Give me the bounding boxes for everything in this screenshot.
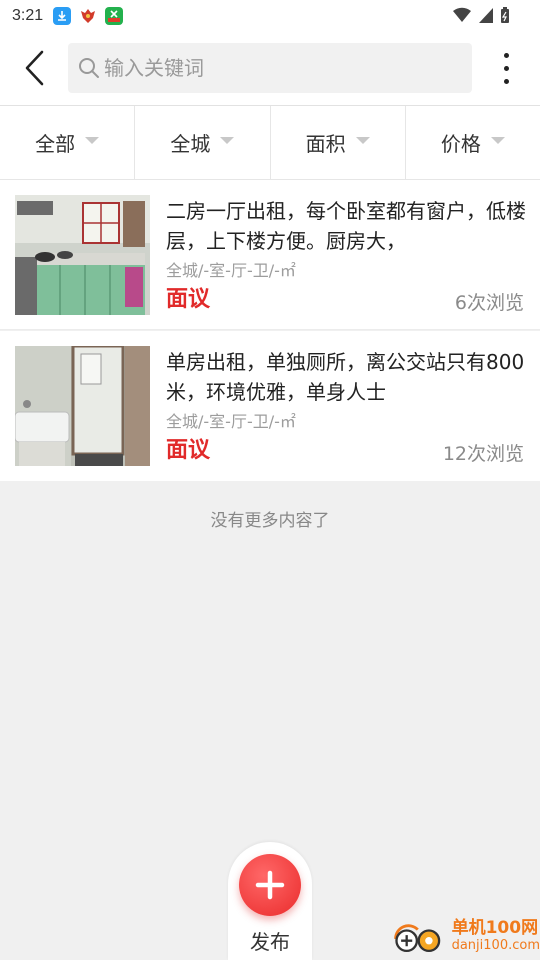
listing-item[interactable]: 单房出租，单独厕所，离公交站只有800米，环境优雅，单身人士 全城/-室-厅-卫… [0, 331, 540, 481]
filter-size[interactable]: 面积 [271, 106, 406, 179]
search-icon [79, 58, 99, 78]
listing-photo-kitchen [15, 195, 150, 315]
dropdown-arrow-icon [490, 137, 505, 144]
app-notification-icon [79, 7, 98, 25]
more-dot-icon [503, 65, 509, 71]
listing-price: 面议 [166, 287, 211, 312]
chevron-left-icon [25, 50, 44, 86]
search-box[interactable] [68, 43, 472, 93]
filter-price[interactable]: 价格 [406, 106, 540, 179]
publish-tab: 发布 [228, 842, 312, 960]
signal-icon [479, 8, 493, 23]
game-notification-icon [105, 7, 124, 25]
watermark-logo-icon [394, 924, 441, 953]
listing-meta: 全城/-室-厅-卫/-㎡ [166, 412, 296, 431]
dropdown-arrow-icon [355, 137, 370, 144]
filter-label: 价格 [440, 132, 481, 156]
more-dot-icon [503, 78, 509, 84]
watermark-title: 单机100网 [451, 918, 539, 938]
dropdown-arrow-icon [85, 137, 100, 144]
listing-meta: 全城/-室-厅-卫/-㎡ [166, 261, 296, 280]
publish-button[interactable] [239, 854, 301, 916]
filter-label: 全城 [170, 132, 211, 156]
listing-price: 面议 [166, 438, 211, 463]
filter-all[interactable]: 全部 [0, 106, 136, 179]
watermark: 单机100网 danji100.com [390, 914, 540, 960]
filter-label: 全部 [35, 132, 76, 156]
status-bar: 3:21 [0, 0, 540, 32]
publish-label: 发布 [250, 930, 290, 954]
plus-icon [255, 870, 285, 900]
listing-photo-bathroom [15, 346, 150, 466]
status-indicators [452, 6, 510, 24]
more-dot-icon [503, 52, 509, 58]
battery-icon [501, 7, 509, 23]
wifi-icon [453, 7, 471, 22]
more-options-button[interactable] [488, 48, 524, 88]
listing-views: 12次浏览 [442, 443, 524, 465]
filter-area-city[interactable]: 全城 [135, 106, 271, 179]
listing-title: 单房出租，单独厕所，离公交站只有800米，环境优雅，单身人士 [166, 350, 525, 404]
back-button[interactable] [14, 46, 54, 90]
filter-bar: 全部 全城 面积 价格 [0, 106, 540, 180]
watermark-text: 单机100网 danji100.com [452, 919, 540, 955]
search-input[interactable] [104, 56, 464, 80]
listing-item[interactable]: 二房一厅出租，每个卧室都有窗户，低楼层，上下楼方便。厨房大， 全城/-室-厅-卫… [0, 180, 540, 330]
dropdown-arrow-icon [220, 137, 235, 144]
watermark-url: danji100.com [451, 938, 540, 953]
top-navigation-bar [0, 32, 540, 106]
filter-label: 面积 [305, 132, 346, 156]
listing-title: 二房一厅出租，每个卧室都有窗户，低楼层，上下楼方便。厨房大， [166, 199, 526, 253]
download-notification-icon [53, 7, 72, 25]
listing-views: 6次浏览 [454, 292, 524, 314]
status-time: 3:21 [12, 7, 44, 24]
end-of-list-note: 没有更多内容了 [210, 511, 330, 531]
